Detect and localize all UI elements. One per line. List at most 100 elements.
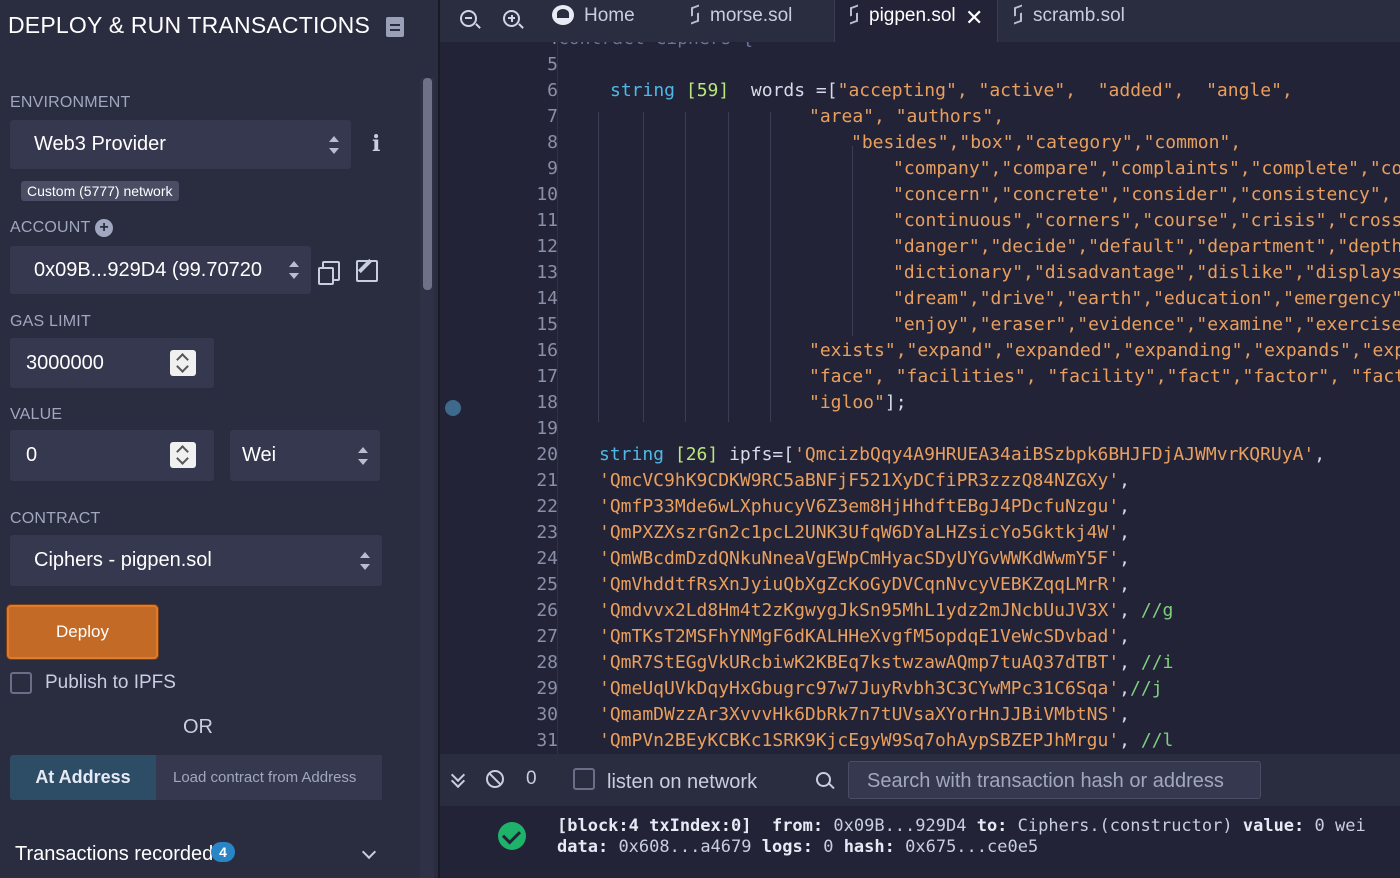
- code-line: 29 'QmeUqUVkDqyHxGbugrc97w7JuyRvbh3C3CYwM…: [440, 676, 1400, 702]
- tx-data-label: data:: [557, 837, 609, 857]
- documentation-icon[interactable]: [386, 17, 404, 37]
- copy-icon[interactable]: [318, 261, 340, 285]
- line-number: 26: [536, 600, 558, 621]
- tx-hash-label: hash:: [843, 837, 895, 857]
- code-line: 30 'QmamDWzzAr3XvvvHk6DbRk7n7tUVsaXYorHnJ…: [440, 702, 1400, 728]
- environment-label: ENVIRONMENT: [10, 94, 131, 111]
- close-tab-icon[interactable]: ✕: [965, 2, 983, 34]
- panel-scrollbar[interactable]: [420, 78, 434, 878]
- line-number: 28: [536, 652, 558, 673]
- code-string: "igloo": [809, 392, 885, 413]
- code-identifier: words =[: [729, 80, 838, 101]
- value-amount: 0: [26, 444, 38, 466]
- code-string: 'QmcVC9hK9CDKW9RC5aBNFjF521XyDCfiPR3zzzQ…: [599, 470, 1120, 491]
- panel-title: DEPLOY & RUN TRANSACTIONS: [8, 12, 371, 38]
- info-icon[interactable]: i: [372, 131, 380, 157]
- chevron-down-icon[interactable]: [361, 844, 377, 860]
- zoom-in-icon[interactable]: [503, 10, 520, 27]
- tx-from-label: from:: [771, 816, 824, 836]
- editor-tabs: Home morse.sol pigpen.sol ✕ scramb.sol: [440, 0, 1400, 43]
- load-address-input[interactable]: Load contract from Address: [156, 755, 382, 800]
- code-line: 31 'QmPVn2BEyKCBKc1SRK9KjcEgyW9Sq7ohAypSB…: [440, 728, 1400, 754]
- code-string: "area", "authors",: [809, 106, 1005, 127]
- success-check-icon: [498, 822, 526, 850]
- tab-label: morse.sol: [710, 5, 793, 26]
- tx-search-input[interactable]: Search with transaction hash or address: [848, 761, 1261, 799]
- search-icon: [816, 772, 831, 787]
- value-unit-select[interactable]: Wei: [230, 430, 380, 481]
- code-line: 11 "continuous","corners","course","crisi…: [440, 208, 1400, 234]
- line-number: 14: [536, 288, 558, 309]
- account-select[interactable]: 0x09B...929D4 (99.70720: [10, 246, 311, 294]
- deploy-button[interactable]: Deploy: [7, 605, 158, 659]
- code-line: 24 'QmWBcdmDzdQNkuNneaVgEWpCmHyacSDyUYGvW…: [440, 546, 1400, 572]
- line-number: 12: [536, 236, 558, 257]
- code-string: "concern","concrete","consider","consist…: [893, 184, 1392, 205]
- scrollbar-thumb[interactable]: [423, 78, 432, 290]
- code-comment: //l: [1140, 730, 1174, 751]
- code-string: 'Qmdvvx2Ld8Hm4t2zKgwygJkSn95MhL1ydz2mJNc…: [599, 600, 1120, 621]
- line-number: 31: [536, 730, 558, 751]
- account-label: ACCOUNT: [10, 219, 91, 236]
- stepper-icon[interactable]: [170, 350, 196, 376]
- solidity-icon: [849, 6, 859, 24]
- code-number: [59]: [685, 80, 730, 101]
- edit-icon[interactable]: [356, 260, 378, 282]
- at-address-button[interactable]: At Address: [10, 755, 156, 800]
- code-string: 'QmeUqUVkDqyHxGbugrc97w7JuyRvbh3C3CYwMPc…: [599, 678, 1120, 699]
- line-number: 16: [536, 340, 558, 361]
- clear-console-icon[interactable]: [486, 770, 504, 788]
- code-keyword: string: [599, 444, 665, 465]
- code-line: 5: [440, 52, 1400, 78]
- tx-log-line-2[interactable]: data: 0x608...a4679 logs: 0 hash: 0x675.…: [557, 837, 1038, 857]
- code-line: 25 'QmVhddtfRsXnJyiuQbXgZcKoGyDVCqnNvcyVE…: [440, 572, 1400, 598]
- select-arrows-icon: [358, 446, 368, 465]
- tab-home[interactable]: Home: [552, 0, 672, 42]
- gas-limit-label: GAS LIMIT: [10, 313, 91, 330]
- tx-hash-value: 0x675...ce0e5: [905, 837, 1039, 857]
- code-string: "danger","decide","default","department"…: [893, 236, 1400, 257]
- terminal-toolbar: 0 listen on network Search with transact…: [440, 754, 1400, 806]
- code-line: 18 "igloo"];: [440, 390, 1400, 416]
- tab-morse-sol[interactable]: morse.sol: [690, 0, 840, 42]
- tx-from-value: 0x09B...929D4: [833, 816, 967, 836]
- add-account-icon[interactable]: +: [95, 219, 113, 237]
- line-number: 30: [536, 704, 558, 725]
- code-string: 'QmR7StEGgVkURcbiwK2KBEq7kstwzawAQmp7tuA…: [599, 652, 1120, 673]
- code-editor[interactable]: 4contract Ciphers { 5 6 string [59] words…: [440, 42, 1400, 754]
- remix-home-icon: [552, 5, 574, 25]
- code-string: 'QmcizbQqy4A9HRUEA34aiBSzbpk6BHJFDjAJWMv…: [794, 444, 1315, 465]
- tx-log-line-1[interactable]: [block:4 txIndex:0] from: 0x09B...929D4 …: [557, 816, 1366, 836]
- code-line: 21 'QmcVC9hK9CDKW9RC5aBNFjF521XyDCfiPR3zz…: [440, 468, 1400, 494]
- code-string: "enjoy","eraser","evidence","examine","e…: [893, 314, 1400, 335]
- value-input[interactable]: 0: [10, 430, 214, 481]
- select-arrows-icon: [329, 135, 339, 154]
- line-number: 22: [536, 496, 558, 517]
- tab-pigpen-sol[interactable]: pigpen.sol ✕: [835, 0, 997, 42]
- gas-limit-input[interactable]: 3000000: [10, 338, 214, 388]
- line-number: 17: [536, 366, 558, 387]
- publish-ipfs-checkbox[interactable]: [10, 672, 32, 694]
- line-number: 11: [536, 210, 558, 231]
- stepper-icon[interactable]: [170, 442, 196, 468]
- line-number: 9: [547, 158, 558, 179]
- tx-value-label: value:: [1242, 816, 1305, 836]
- code-line: 9 "company","compare","complaints","compl…: [440, 156, 1400, 182]
- environment-select[interactable]: Web3 Provider: [10, 120, 351, 169]
- zoom-out-icon[interactable]: [460, 10, 477, 27]
- tab-label: Home: [584, 5, 635, 26]
- tab-scramb-sol[interactable]: scramb.sol: [1013, 0, 1163, 42]
- contract-select[interactable]: Ciphers - pigpen.sol: [10, 535, 382, 586]
- code-line: 28 'QmR7StEGgVkURcbiwK2KBEq7kstwzawAQmp7t…: [440, 650, 1400, 676]
- line-number: 29: [536, 678, 558, 699]
- code-line: 16 "exists","expand","expanded","expandin…: [440, 338, 1400, 364]
- listen-network-checkbox[interactable]: [573, 768, 595, 790]
- publish-ipfs-label: Publish to IPFS: [45, 672, 176, 693]
- transactions-recorded-label[interactable]: Transactions recorded: [15, 843, 213, 866]
- code-string: 'QmVhddtfRsXnJyiuQbXgZcKoGyDVCqnNvcyVEBK…: [599, 574, 1120, 595]
- tx-value: 0 wei: [1314, 816, 1366, 836]
- code-line: 22 'QmfP33Mde6wLXphucyV6Z3em8HjHhdftEBgJ4…: [440, 494, 1400, 520]
- contract-value: Ciphers - pigpen.sol: [34, 549, 212, 571]
- line-number: 25: [536, 574, 558, 595]
- value-label: VALUE: [10, 406, 63, 423]
